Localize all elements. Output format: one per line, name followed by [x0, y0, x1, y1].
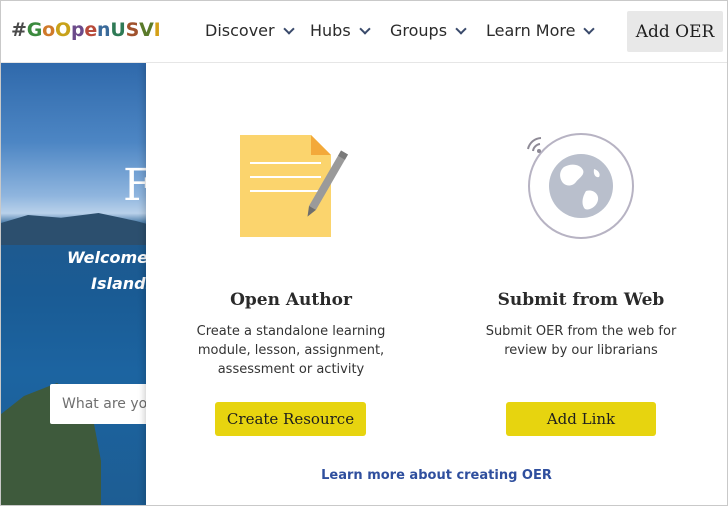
nav-learn-more[interactable]: Learn More — [486, 21, 596, 40]
chevron-down-icon — [359, 23, 371, 35]
add-oer-button[interactable]: Add OER — [627, 11, 723, 52]
add-link-button[interactable]: Add Link — [506, 402, 656, 436]
logo-letter: V — [139, 19, 154, 41]
logo-letter: p — [70, 19, 85, 41]
logo-letter: n — [97, 19, 111, 41]
chevron-down-icon — [455, 23, 467, 35]
add-oer-dropdown-panel: Open Author Create a standalone learning… — [146, 61, 727, 505]
chevron-down-icon — [282, 23, 295, 35]
open-author-title: Open Author — [230, 290, 352, 310]
nav-hubs[interactable]: Hubs — [310, 21, 371, 40]
logo-letter: O — [55, 19, 71, 41]
chevron-down-icon — [583, 23, 596, 35]
nav-learn-more-label: Learn More — [486, 21, 576, 40]
logo-letter: o — [42, 19, 55, 41]
logo-letter: I — [153, 19, 161, 41]
hero-mountain-image — [1, 213, 151, 245]
globe-wifi-icon — [436, 133, 726, 243]
nav-groups-label: Groups — [390, 21, 448, 40]
hero-welcome-text: Welcome t — [67, 248, 151, 267]
logo-letter: G — [26, 19, 43, 41]
hero-banner: F Welcome t Islands What are you — [1, 63, 151, 505]
document-pencil-icon — [146, 133, 436, 243]
nav-groups[interactable]: Groups — [390, 21, 467, 40]
submit-from-web-description: Submit OER from the web for review by ou… — [485, 324, 677, 358]
logo-letter: # — [11, 19, 27, 41]
nav-hubs-label: Hubs — [310, 21, 351, 40]
hero-search-input[interactable]: What are you — [50, 384, 151, 424]
logo-letter: S — [125, 19, 140, 41]
top-header: #GoOpenUSVI Discover Hubs Groups Learn M… — [1, 1, 727, 63]
nav-discover-label: Discover — [205, 21, 275, 40]
open-author-description: Create a standalone learning module, les… — [196, 324, 386, 377]
browser-frame: F Welcome t Islands What are you #GoOpen… — [0, 0, 728, 506]
nav-discover[interactable]: Discover — [205, 21, 295, 40]
site-logo[interactable]: #GoOpenUSVI — [11, 19, 161, 41]
logo-letter: U — [110, 19, 126, 41]
submit-from-web-title: Submit from Web — [497, 290, 665, 310]
create-resource-button[interactable]: Create Resource — [215, 402, 366, 436]
learn-more-creating-oer-link[interactable]: Learn more about creating OER — [146, 468, 727, 483]
hero-islands-text: Islands — [91, 274, 151, 293]
logo-letter: e — [84, 19, 98, 41]
